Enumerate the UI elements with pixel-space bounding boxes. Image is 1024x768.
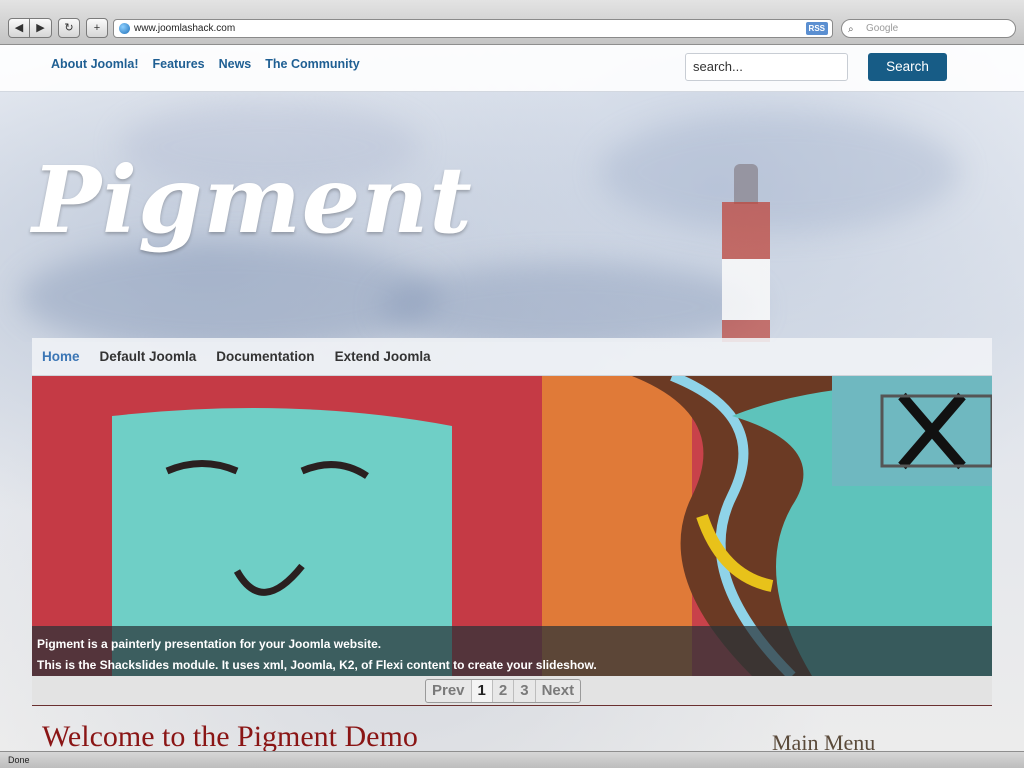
- pager-next-button[interactable]: Next: [536, 680, 581, 702]
- browser-search-field[interactable]: ⌕ Google: [841, 19, 1016, 38]
- back-arrow-icon[interactable]: ◀: [8, 18, 30, 38]
- pager-page-1[interactable]: 1: [471, 680, 493, 702]
- globe-icon: [119, 23, 130, 34]
- forward-arrow-icon[interactable]: ▶: [30, 18, 52, 38]
- browser-toolbar: ◀ ▶ ↻ + www.joomlashack.com RSS ⌕ Google: [0, 0, 1024, 45]
- browser-status-bar: Done: [0, 751, 1024, 768]
- header-background: Pigment: [0, 92, 1024, 342]
- topnav-news[interactable]: News: [219, 57, 252, 71]
- rss-badge[interactable]: RSS: [805, 22, 828, 35]
- site-logo[interactable]: Pigment: [32, 146, 473, 254]
- menu-item-extend-joomla[interactable]: Extend Joomla: [335, 349, 431, 364]
- address-bar-url: www.joomlashack.com: [134, 23, 236, 34]
- slideshow-pager: Prev 1 2 3 Next: [425, 679, 582, 703]
- top-navigation: About Joomla! Features News The Communit…: [51, 57, 360, 71]
- web-page: About Joomla! Features News The Communit…: [0, 45, 1024, 751]
- reload-icon[interactable]: ↻: [58, 18, 80, 38]
- slide-caption-line1: Pigment is a painterly presentation for …: [37, 637, 382, 651]
- topnav-the-community[interactable]: The Community: [265, 57, 359, 71]
- slide-caption-line2: This is the Shackslides module. It uses …: [37, 658, 597, 672]
- sidebar-main-menu-title: Main Menu: [772, 730, 876, 751]
- menu-item-home[interactable]: Home: [42, 349, 80, 364]
- slide-caption: Pigment is a painterly presentation for …: [32, 626, 992, 676]
- top-bar: About Joomla! Features News The Communit…: [0, 45, 1024, 92]
- new-tab-plus-icon[interactable]: +: [86, 18, 108, 38]
- pager-prev-button[interactable]: Prev: [426, 680, 472, 702]
- main-menu-bar: Home Default Joomla Documentation Extend…: [32, 338, 992, 376]
- slideshow[interactable]: Pigment is a painterly presentation for …: [32, 376, 992, 676]
- browser-nav-buttons: ◀ ▶ ↻ +: [8, 18, 108, 38]
- menu-item-documentation[interactable]: Documentation: [216, 349, 314, 364]
- pager-page-3[interactable]: 3: [514, 680, 536, 702]
- topnav-about-joomla[interactable]: About Joomla!: [51, 57, 139, 71]
- browser-search-placeholder: Google: [866, 23, 899, 34]
- page-title: Welcome to the Pigment Demo: [42, 720, 418, 751]
- lighthouse-image: [722, 164, 770, 342]
- pager-page-2[interactable]: 2: [493, 680, 515, 702]
- slideshow-pager-bar: Prev 1 2 3 Next: [32, 676, 992, 706]
- address-bar[interactable]: www.joomlashack.com RSS: [113, 19, 833, 38]
- search-icon: ⌕: [848, 24, 854, 35]
- site-search-button[interactable]: Search: [868, 53, 947, 81]
- topnav-features[interactable]: Features: [153, 57, 205, 71]
- site-search-input[interactable]: search...: [685, 53, 848, 81]
- menu-item-default-joomla[interactable]: Default Joomla: [100, 349, 197, 364]
